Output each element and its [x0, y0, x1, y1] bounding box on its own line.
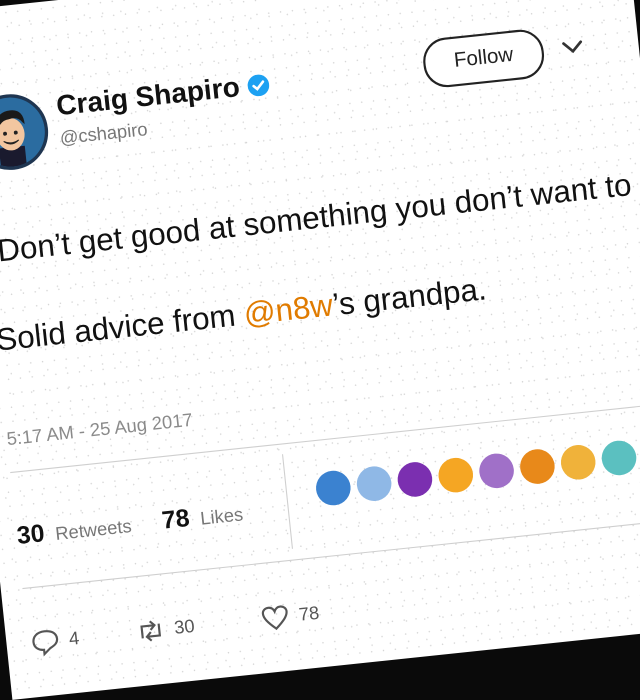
- retweets-label: Retweets: [54, 515, 133, 545]
- like-action[interactable]: 78: [259, 598, 321, 634]
- tweet-text-line-1: “Don’t get good at something you don’t w…: [0, 161, 640, 271]
- retweets-count: 30: [15, 518, 46, 550]
- liker-avatar[interactable]: [355, 464, 394, 503]
- stats-divider: [281, 454, 293, 549]
- liker-avatar[interactable]: [477, 451, 516, 490]
- liker-avatar[interactable]: [436, 456, 475, 495]
- tweet-card: Craig Shapiro @cshapiro Follow “Don’t ge…: [0, 0, 640, 700]
- tweet-text-suffix: ’s grandpa.: [330, 272, 489, 323]
- likes-count: 78: [160, 503, 191, 535]
- liker-avatars: [314, 435, 640, 508]
- tweet-timestamp[interactable]: 5:17 AM - 25 Aug 2017: [6, 410, 194, 451]
- likes-label: Likes: [199, 504, 245, 530]
- liker-avatar[interactable]: [600, 438, 639, 477]
- like-count: 78: [297, 602, 321, 626]
- retweet-count: 30: [173, 615, 196, 639]
- verified-icon: [248, 73, 270, 96]
- mention-link[interactable]: @n8w: [242, 288, 334, 332]
- display-name[interactable]: Craig Shapiro: [55, 70, 242, 123]
- retweet-action[interactable]: 30: [134, 611, 196, 647]
- avatar-illustration: [0, 97, 45, 170]
- follow-button[interactable]: Follow: [420, 27, 547, 90]
- liker-avatar[interactable]: [559, 443, 598, 482]
- avatar[interactable]: [0, 90, 52, 174]
- retweets-stat[interactable]: 30 Retweets: [15, 509, 132, 550]
- liker-avatar[interactable]: [518, 447, 557, 486]
- chevron-down-icon[interactable]: [560, 34, 586, 60]
- liker-avatar[interactable]: [395, 460, 434, 499]
- display-name-row[interactable]: Craig Shapiro: [55, 67, 272, 123]
- reply-action[interactable]: 4: [29, 623, 81, 658]
- reply-count: 4: [67, 627, 81, 650]
- reply-icon: [32, 630, 59, 657]
- tweet-text-line-2: Solid advice from @n8w’s grandpa.: [0, 272, 488, 359]
- heart-icon: [261, 605, 288, 631]
- user-handle[interactable]: @cshapiro: [59, 119, 149, 150]
- tweet-text-prefix: Solid advice from: [0, 297, 246, 359]
- liker-avatar[interactable]: [314, 469, 353, 508]
- retweet-icon: [140, 620, 162, 642]
- likes-stat[interactable]: 78 Likes: [160, 498, 244, 535]
